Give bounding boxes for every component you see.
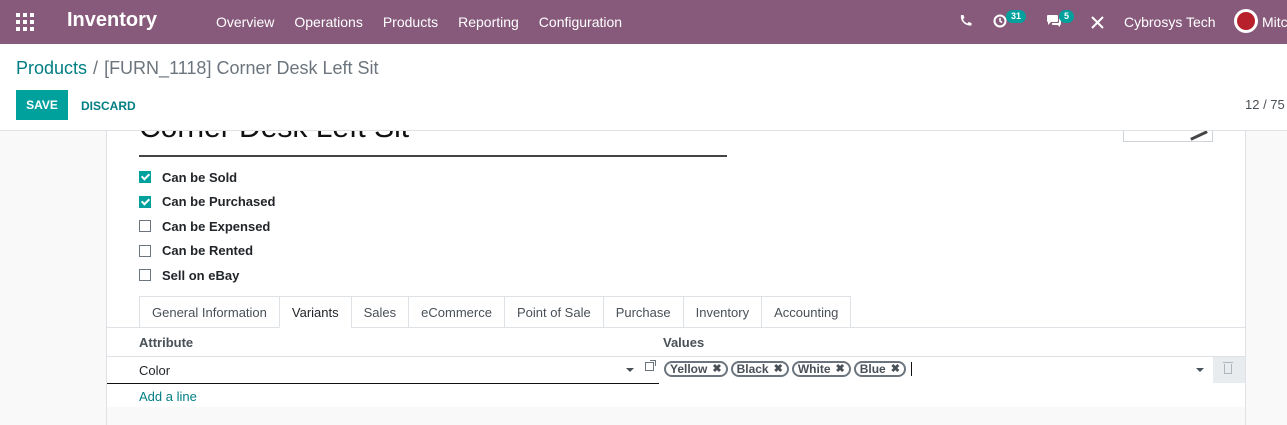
text-cursor xyxy=(910,362,912,376)
label-sell-on-ebay: Sell on eBay xyxy=(162,267,240,283)
product-options: Can be Sold Can be Purchased Can be Expe… xyxy=(139,165,275,288)
tag-yellow: Yellow ✖ xyxy=(664,361,728,377)
menu-item-configuration[interactable]: Configuration xyxy=(539,14,622,30)
discard-button[interactable]: DISCARD xyxy=(81,99,136,113)
user-avatar[interactable] xyxy=(1234,9,1258,33)
trash-icon[interactable] xyxy=(1223,362,1233,374)
company-switcher[interactable]: Cybrosys Tech xyxy=(1124,14,1216,30)
remove-tag-icon[interactable]: ✖ xyxy=(712,362,721,376)
remove-tag-icon[interactable]: ✖ xyxy=(891,362,900,376)
delete-row-cell[interactable] xyxy=(1213,357,1245,383)
remove-tag-icon[interactable]: ✖ xyxy=(774,362,783,376)
apps-menu-icon[interactable] xyxy=(16,13,34,31)
record-pager[interactable]: 12 / 75 xyxy=(1245,97,1285,112)
label-can-be-expensed: Can be Expensed xyxy=(162,218,271,234)
checkbox-sell-on-ebay[interactable] xyxy=(139,269,151,282)
form-sheet: Corner Desk Left Sit Can be Sold Can be … xyxy=(106,131,1246,425)
activity-count-badge: 31 xyxy=(1006,10,1027,23)
product-name-underline xyxy=(139,155,727,157)
column-attribute[interactable]: Attribute xyxy=(139,335,193,350)
option-can-be-rented[interactable]: Can be Rented xyxy=(139,239,275,264)
menu-item-overview[interactable]: Overview xyxy=(216,14,274,30)
tab-variants[interactable]: Variants xyxy=(278,296,351,328)
activity-clock-icon[interactable] xyxy=(993,14,1007,28)
option-can-be-sold[interactable]: Can be Sold xyxy=(139,165,275,190)
label-can-be-rented: Can be Rented xyxy=(162,243,254,259)
tag-label: White xyxy=(797,362,831,376)
external-link-icon[interactable] xyxy=(645,360,656,371)
tag-white: White ✖ xyxy=(791,361,851,377)
message-count-badge: 5 xyxy=(1059,10,1075,23)
menu-item-products[interactable]: Products xyxy=(383,14,438,30)
tab-point-of-sale[interactable]: Point of Sale xyxy=(503,296,603,328)
column-values[interactable]: Values xyxy=(663,335,704,350)
tab-accounting[interactable]: Accounting xyxy=(761,296,852,328)
option-can-be-purchased[interactable]: Can be Purchased xyxy=(139,190,275,215)
chevron-down-icon[interactable] xyxy=(626,368,634,372)
breadcrumb: Products / [FURN_1118] Corner Desk Left Si… xyxy=(16,58,379,79)
chevron-down-icon[interactable] xyxy=(1196,368,1204,372)
control-panel: Products / [FURN_1118] Corner Desk Left Si… xyxy=(0,44,1287,131)
table-row[interactable]: Color Yellow ✖ Black ✖ White ✖ Blue ✖ xyxy=(107,357,1245,384)
top-navbar: Inventory Overview Operations Products R… xyxy=(0,0,1287,44)
product-name-field[interactable]: Corner Desk Left Sit xyxy=(139,131,409,145)
tab-sales[interactable]: Sales xyxy=(350,296,409,328)
label-can-be-sold: Can be Sold xyxy=(162,169,238,185)
label-can-be-purchased: Can be Purchased xyxy=(162,194,276,210)
phone-icon[interactable] xyxy=(959,14,972,27)
tag-label: Black xyxy=(736,362,769,376)
checkbox-can-be-expensed[interactable] xyxy=(139,220,151,233)
values-many2many-tags[interactable]: Yellow ✖ Black ✖ White ✖ Blue ✖ xyxy=(660,357,1212,383)
add-line-link[interactable]: Add a line xyxy=(139,389,197,404)
attribute-value: Color xyxy=(139,363,171,378)
tag-label: Blue xyxy=(859,362,886,376)
user-menu[interactable]: Mitc xyxy=(1262,14,1287,30)
tab-purchase[interactable]: Purchase xyxy=(602,296,683,328)
tab-inventory[interactable]: Inventory xyxy=(682,296,762,328)
app-title[interactable]: Inventory xyxy=(67,9,157,32)
menu-item-reporting[interactable]: Reporting xyxy=(458,14,519,30)
tag-black: Black ✖ xyxy=(730,361,789,377)
save-button[interactable]: SAVE xyxy=(16,90,68,120)
attribute-select[interactable]: Color xyxy=(107,357,659,384)
tag-label: Yellow xyxy=(670,362,708,376)
option-sell-on-ebay[interactable]: Sell on eBay xyxy=(139,263,275,288)
product-image[interactable] xyxy=(1123,131,1213,142)
checkbox-can-be-rented[interactable] xyxy=(139,244,151,257)
breadcrumb-products[interactable]: Products xyxy=(16,58,87,78)
variants-table-header: Attribute Values xyxy=(107,328,1245,357)
tab-ecommerce[interactable]: eCommerce xyxy=(408,296,504,328)
tab-general-information[interactable]: General Information xyxy=(139,296,279,328)
checkbox-can-be-sold[interactable] xyxy=(139,171,151,184)
breadcrumb-current: [FURN_1118] Corner Desk Left Sit xyxy=(104,58,379,78)
tag-blue: Blue ✖ xyxy=(853,361,906,377)
option-can-be-expensed[interactable]: Can be Expensed xyxy=(139,214,275,239)
tools-icon[interactable] xyxy=(1091,16,1104,29)
edit-pencil-icon[interactable] xyxy=(1190,131,1208,141)
sheet-footer xyxy=(107,407,1245,425)
menu-item-operations[interactable]: Operations xyxy=(294,14,362,30)
checkbox-can-be-purchased[interactable] xyxy=(139,195,151,208)
remove-tag-icon[interactable]: ✖ xyxy=(836,362,845,376)
notebook-tabs: General Information Variants Sales eComm… xyxy=(139,296,852,328)
breadcrumb-separator: / xyxy=(93,58,99,78)
main-menu: Overview Operations Products Reporting C… xyxy=(216,14,642,30)
